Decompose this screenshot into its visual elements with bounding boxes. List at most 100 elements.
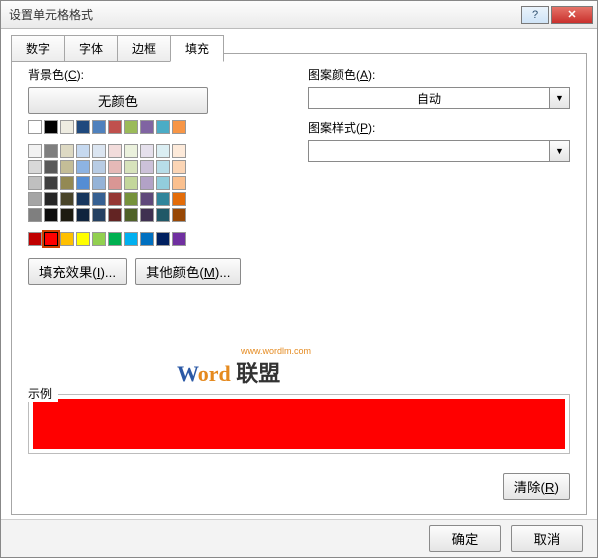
- palette-row: [28, 208, 288, 222]
- tabs: 数字 字体 边框 填充: [11, 35, 597, 62]
- color-swatch[interactable]: [44, 192, 58, 206]
- color-swatch[interactable]: [44, 232, 58, 246]
- color-swatch[interactable]: [60, 120, 74, 134]
- color-swatch[interactable]: [156, 144, 170, 158]
- color-swatch[interactable]: [44, 208, 58, 222]
- color-swatch[interactable]: [76, 160, 90, 174]
- palette-row: [28, 176, 288, 190]
- color-swatch[interactable]: [60, 176, 74, 190]
- color-swatch[interactable]: [124, 176, 138, 190]
- color-swatch[interactable]: [124, 192, 138, 206]
- color-swatch[interactable]: [28, 208, 42, 222]
- color-swatch[interactable]: [156, 232, 170, 246]
- color-swatch[interactable]: [156, 120, 170, 134]
- color-swatch[interactable]: [92, 208, 106, 222]
- color-swatch[interactable]: [108, 192, 122, 206]
- chevron-down-icon[interactable]: ▼: [550, 87, 570, 109]
- color-swatch[interactable]: [28, 232, 42, 246]
- color-swatch[interactable]: [60, 208, 74, 222]
- color-swatch[interactable]: [156, 192, 170, 206]
- clear-button[interactable]: 清除(R): [503, 473, 570, 500]
- color-swatch[interactable]: [124, 120, 138, 134]
- color-swatch[interactable]: [28, 120, 42, 134]
- color-swatch[interactable]: [156, 176, 170, 190]
- color-swatch[interactable]: [92, 160, 106, 174]
- color-swatch[interactable]: [60, 160, 74, 174]
- color-swatch[interactable]: [60, 232, 74, 246]
- pattern-color-dropdown[interactable]: 自动 ▼: [308, 87, 570, 109]
- color-swatch[interactable]: [140, 232, 154, 246]
- color-swatch[interactable]: [28, 192, 42, 206]
- color-swatch[interactable]: [124, 208, 138, 222]
- tab-number[interactable]: 数字: [11, 35, 65, 62]
- color-swatch[interactable]: [76, 192, 90, 206]
- color-swatch[interactable]: [28, 160, 42, 174]
- sample-box: [28, 394, 570, 454]
- palette-row: [28, 120, 288, 134]
- color-swatch[interactable]: [76, 144, 90, 158]
- color-swatch[interactable]: [140, 120, 154, 134]
- color-swatch[interactable]: [76, 176, 90, 190]
- color-swatch[interactable]: [124, 144, 138, 158]
- color-swatch[interactable]: [108, 176, 122, 190]
- sample-fill: [33, 399, 565, 449]
- color-swatch[interactable]: [172, 176, 186, 190]
- fill-effects-button[interactable]: 填充效果(I)...: [28, 258, 127, 285]
- color-swatch[interactable]: [124, 160, 138, 174]
- color-swatch[interactable]: [28, 144, 42, 158]
- color-swatch[interactable]: [92, 232, 106, 246]
- palette-row: [28, 160, 288, 174]
- tab-panel-fill: 背景色(C): 无颜色 填充效果(I)...: [11, 53, 587, 515]
- color-swatch[interactable]: [108, 120, 122, 134]
- color-swatch[interactable]: [76, 120, 90, 134]
- color-swatch[interactable]: [156, 208, 170, 222]
- color-swatch[interactable]: [28, 176, 42, 190]
- color-swatch[interactable]: [108, 160, 122, 174]
- color-swatch[interactable]: [108, 144, 122, 158]
- color-swatch[interactable]: [140, 144, 154, 158]
- tab-fill[interactable]: 填充: [170, 35, 224, 62]
- pattern-style-dropdown[interactable]: ▼: [308, 140, 570, 162]
- color-swatch[interactable]: [44, 176, 58, 190]
- dialog-footer: 确定 取消: [1, 519, 597, 557]
- color-swatch[interactable]: [156, 160, 170, 174]
- color-swatch[interactable]: [92, 144, 106, 158]
- color-swatch[interactable]: [44, 160, 58, 174]
- tab-font[interactable]: 字体: [64, 35, 118, 62]
- color-swatch[interactable]: [60, 192, 74, 206]
- color-swatch[interactable]: [76, 232, 90, 246]
- color-swatch[interactable]: [108, 232, 122, 246]
- chevron-down-icon[interactable]: ▼: [550, 140, 570, 162]
- color-swatch[interactable]: [172, 144, 186, 158]
- color-swatch[interactable]: [60, 144, 74, 158]
- color-swatch[interactable]: [92, 120, 106, 134]
- color-swatch[interactable]: [172, 192, 186, 206]
- color-swatch[interactable]: [76, 208, 90, 222]
- ok-button[interactable]: 确定: [429, 525, 501, 552]
- more-colors-button[interactable]: 其他颜色(M)...: [135, 258, 241, 285]
- color-swatch[interactable]: [92, 176, 106, 190]
- close-button[interactable]: ✕: [551, 6, 593, 24]
- color-swatch[interactable]: [140, 176, 154, 190]
- color-swatch[interactable]: [44, 144, 58, 158]
- window-title: 设置单元格格式: [9, 6, 521, 23]
- pattern-color-label: 图案颜色(A):: [308, 66, 570, 83]
- color-swatch[interactable]: [172, 160, 186, 174]
- color-swatch[interactable]: [140, 160, 154, 174]
- tab-border[interactable]: 边框: [117, 35, 171, 62]
- color-swatch[interactable]: [172, 208, 186, 222]
- color-swatch[interactable]: [124, 232, 138, 246]
- left-column: 背景色(C): 无颜色 填充效果(I)...: [28, 66, 288, 285]
- bgcolor-label: 背景色(C):: [28, 66, 288, 83]
- color-swatch[interactable]: [172, 120, 186, 134]
- color-swatch[interactable]: [108, 208, 122, 222]
- cancel-button[interactable]: 取消: [511, 525, 583, 552]
- color-swatch[interactable]: [44, 120, 58, 134]
- color-swatch[interactable]: [172, 232, 186, 246]
- color-swatch[interactable]: [140, 208, 154, 222]
- no-color-button[interactable]: 无颜色: [28, 87, 208, 114]
- color-swatch[interactable]: [92, 192, 106, 206]
- color-swatch[interactable]: [140, 192, 154, 206]
- help-button[interactable]: ?: [521, 6, 549, 24]
- window-buttons: ? ✕: [521, 6, 593, 24]
